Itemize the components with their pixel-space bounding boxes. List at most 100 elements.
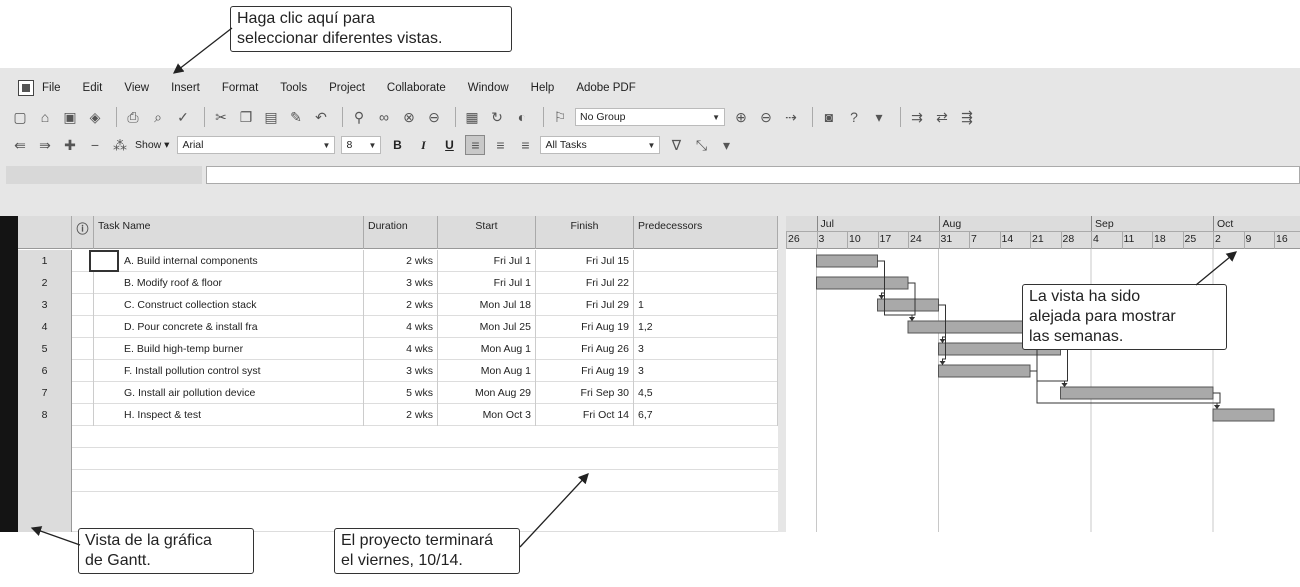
go-to-task-icon[interactable]: ⇢: [781, 107, 801, 127]
empty-row[interactable]: [18, 426, 778, 448]
menu-collaborate[interactable]: Collaborate: [387, 82, 446, 94]
selected-cell[interactable]: [89, 250, 119, 272]
finish-cell[interactable]: Fri Sep 30: [536, 382, 634, 404]
assign-resources-icon[interactable]: ◐: [512, 107, 532, 127]
show-subtasks-icon[interactable]: ✚: [60, 135, 80, 155]
group-icon[interactable]: ⚐: [550, 107, 570, 127]
gantt-bar[interactable]: [877, 298, 939, 312]
task-name-cell[interactable]: F. Install pollution control syst: [94, 360, 364, 382]
spelling-icon[interactable]: ✓: [173, 107, 193, 127]
filter-dropdown[interactable]: All Tasks ▼: [540, 136, 661, 154]
task-name-cell[interactable]: D. Pour concrete & install fra: [94, 316, 364, 338]
menu-project[interactable]: Project: [329, 82, 365, 94]
start-cell[interactable]: Fri Jul 1: [438, 250, 536, 272]
indent-icon[interactable]: ⇛: [35, 135, 55, 155]
menu-format[interactable]: Format: [222, 82, 258, 94]
gantt-bar[interactable]: [1212, 408, 1275, 422]
print-icon[interactable]: ⎙: [123, 107, 143, 127]
table-row[interactable]: 6 F. Install pollution control syst 3 wk…: [18, 360, 778, 382]
predecessors-cell[interactable]: 3: [634, 360, 778, 382]
duration-cell[interactable]: 4 wks: [364, 338, 438, 360]
outdent-icon[interactable]: ⇚: [10, 135, 30, 155]
duration-cell[interactable]: 5 wks: [364, 382, 438, 404]
toolbar-options-icon[interactable]: ▾: [869, 107, 889, 127]
menu-help[interactable]: Help: [531, 82, 555, 94]
row-number[interactable]: 8: [18, 404, 72, 426]
finish-cell[interactable]: Fri Jul 22: [536, 272, 634, 294]
menu-window[interactable]: Window: [468, 82, 509, 94]
finish-cell[interactable]: Fri Aug 19: [536, 316, 634, 338]
task-name-cell[interactable]: E. Build high-temp burner: [94, 338, 364, 360]
show-menu-button[interactable]: Show ▾: [135, 139, 169, 151]
start-cell[interactable]: Mon Jul 18: [438, 294, 536, 316]
predecessors-cell[interactable]: 1,2: [634, 316, 778, 338]
split-task-icon[interactable]: ⊖: [424, 107, 444, 127]
predecessors-cell[interactable]: 6,7: [634, 404, 778, 426]
empty-row[interactable]: [18, 470, 778, 492]
link-tasks-icon[interactable]: ∞: [374, 107, 394, 127]
table-row[interactable]: 3 C. Construct collection stack 2 wks Mo…: [18, 294, 778, 316]
format-painter-icon[interactable]: ✎: [286, 107, 306, 127]
duration-cell[interactable]: 3 wks: [364, 360, 438, 382]
predecessors-header[interactable]: Predecessors: [634, 216, 778, 249]
bold-button[interactable]: B: [387, 138, 407, 152]
task-name-cell[interactable]: B. Modify roof & floor: [94, 272, 364, 294]
table-row[interactable]: 8 H. Inspect & test 2 wks Mon Oct 3 Fri …: [18, 404, 778, 426]
finish-header[interactable]: Finish: [536, 216, 634, 249]
underline-button[interactable]: U: [439, 138, 459, 152]
gantt-wizard-icon[interactable]: ⤡: [691, 135, 711, 155]
table-row[interactable]: 5 E. Build high-temp burner 4 wks Mon Au…: [18, 338, 778, 360]
start-cell[interactable]: Fri Jul 1: [438, 272, 536, 294]
empty-row[interactable]: [18, 448, 778, 470]
duration-cell[interactable]: 4 wks: [364, 316, 438, 338]
task-name-header[interactable]: Task Name: [94, 216, 364, 249]
task-name-cell[interactable]: A. Build internal components: [94, 250, 364, 272]
table-row[interactable]: 1 A. Build internal components 2 wks Fri…: [18, 250, 778, 272]
finish-cell[interactable]: Fri Aug 19: [536, 360, 634, 382]
app-icon[interactable]: [18, 80, 34, 96]
gantt-bar[interactable]: [1060, 386, 1214, 400]
publish-icon[interactable]: ⇉: [907, 107, 927, 127]
save-icon[interactable]: ▣: [60, 107, 80, 127]
start-cell[interactable]: Mon Oct 3: [438, 404, 536, 426]
menu-adobe-pdf[interactable]: Adobe PDF: [576, 82, 635, 94]
row-number[interactable]: 1: [18, 250, 72, 272]
task-name-cell[interactable]: H. Inspect & test: [94, 404, 364, 426]
print-preview-icon[interactable]: ⌕: [148, 107, 168, 127]
permission-icon[interactable]: ◈: [85, 107, 105, 127]
collaborate-icon[interactable]: ⇶: [957, 107, 977, 127]
undo-icon[interactable]: ↶: [311, 107, 331, 127]
toolbar-options-icon[interactable]: ▾: [716, 135, 736, 155]
finish-cell[interactable]: Fri Aug 26: [536, 338, 634, 360]
row-number[interactable]: 5: [18, 338, 72, 360]
predecessors-cell[interactable]: [634, 250, 778, 272]
hide-subtasks-icon[interactable]: −: [85, 135, 105, 155]
unlink-tasks-icon[interactable]: ⊗: [399, 107, 419, 127]
row-number[interactable]: 6: [18, 360, 72, 382]
empty-row[interactable]: [18, 492, 778, 532]
view-bar[interactable]: [0, 216, 18, 532]
show-all-icon[interactable]: ⁂: [110, 135, 130, 155]
row-number[interactable]: 2: [18, 272, 72, 294]
finish-cell[interactable]: Fri Oct 14: [536, 404, 634, 426]
start-cell[interactable]: Mon Aug 29: [438, 382, 536, 404]
group-by-dropdown[interactable]: No Group ▼: [575, 108, 725, 126]
gantt-bar[interactable]: [907, 320, 1031, 334]
start-header[interactable]: Start: [438, 216, 536, 249]
italic-button[interactable]: I: [413, 138, 433, 153]
duration-cell[interactable]: 2 wks: [364, 294, 438, 316]
new-file-icon[interactable]: ▢: [10, 107, 30, 127]
start-cell[interactable]: Mon Aug 1: [438, 360, 536, 382]
duration-cell[interactable]: 2 wks: [364, 250, 438, 272]
help-icon[interactable]: ?: [844, 107, 864, 127]
indicators-column-header[interactable]: ⓘ: [72, 216, 94, 249]
menu-edit[interactable]: Edit: [83, 82, 103, 94]
task-notes-icon[interactable]: ↻: [487, 107, 507, 127]
menu-insert[interactable]: Insert: [171, 82, 200, 94]
align-center-icon[interactable]: ≡: [490, 135, 510, 155]
timescale-header[interactable]: Jul Aug Sep Oct 26 3 10 17 24 31 7 14 21 28 4 11 18 25 2 9 1…: [786, 216, 1300, 249]
predecessors-cell[interactable]: 1: [634, 294, 778, 316]
finish-cell[interactable]: Fri Jul 29: [536, 294, 634, 316]
row-number[interactable]: 7: [18, 382, 72, 404]
start-cell[interactable]: Mon Jul 25: [438, 316, 536, 338]
